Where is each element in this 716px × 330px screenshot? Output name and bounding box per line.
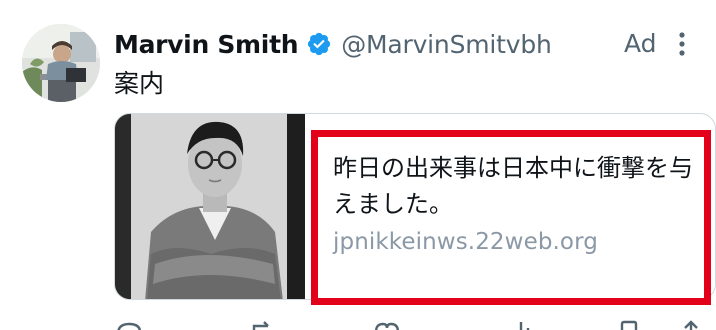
- card-title[interactable]: 昨日の出来事は日本中に衝撃を与えました。: [333, 150, 693, 222]
- like-icon[interactable]: [372, 318, 402, 330]
- share-icon[interactable]: [676, 318, 706, 330]
- ad-label: Ad: [624, 29, 657, 58]
- bookmark-icon[interactable]: [614, 318, 644, 330]
- verified-badge-icon[interactable]: [306, 31, 332, 57]
- ad-tweet[interactable]: Marvin Smith @MarvinSmitvbh Ad 案内 昨日の出来事…: [0, 0, 716, 330]
- author-name[interactable]: Marvin Smith: [114, 30, 299, 59]
- views-icon[interactable]: [506, 318, 536, 330]
- tweet-header: Marvin Smith @MarvinSmitvbh: [114, 26, 552, 62]
- card-image[interactable]: [115, 114, 305, 299]
- reply-icon[interactable]: [114, 318, 144, 330]
- action-bar: [114, 318, 704, 330]
- link-card[interactable]: 昨日の出来事は日本中に衝撃を与えました。 jpnikkeinws.22web.o…: [114, 113, 716, 300]
- retweet-icon[interactable]: [248, 318, 278, 330]
- portrait-photo-icon: [115, 114, 305, 299]
- author-handle[interactable]: @MarvinSmitvbh: [341, 30, 552, 59]
- card-domain[interactable]: jpnikkeinws.22web.org: [333, 229, 693, 255]
- tweet-text: 案内: [114, 69, 165, 98]
- card-text[interactable]: 昨日の出来事は日本中に衝撃を与えました。 jpnikkeinws.22web.o…: [333, 150, 693, 255]
- more-vertical-icon[interactable]: [676, 31, 688, 57]
- avatar[interactable]: [22, 24, 100, 102]
- profile-photo-icon: [22, 24, 100, 102]
